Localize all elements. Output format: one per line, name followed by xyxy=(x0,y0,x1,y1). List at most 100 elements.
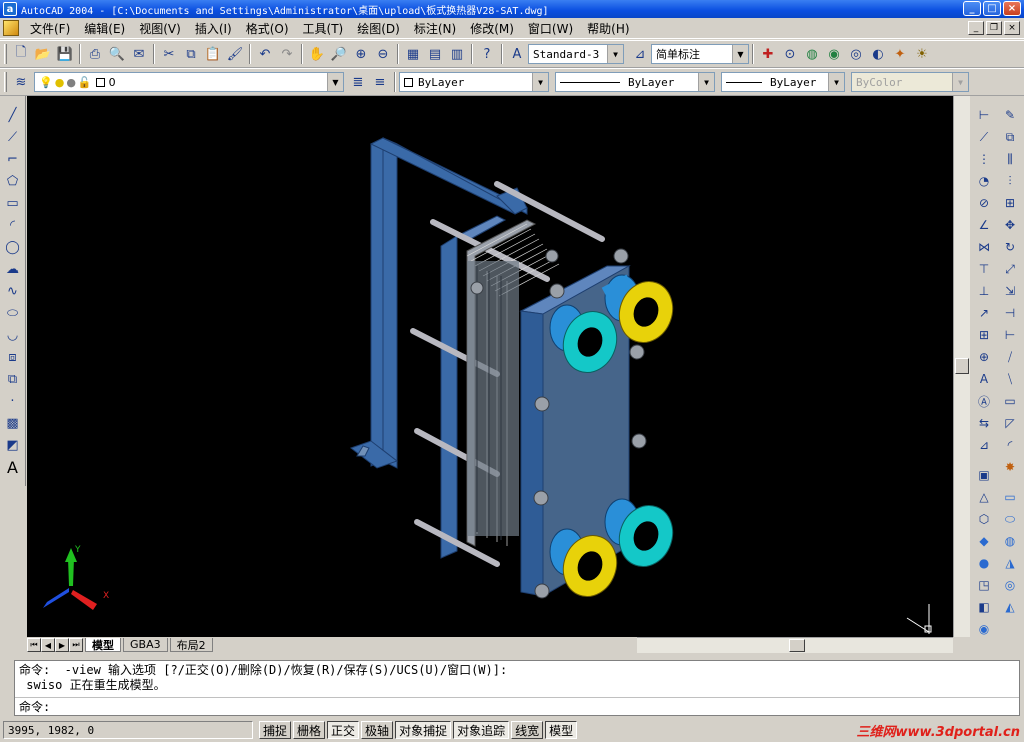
toolbar-grip[interactable] xyxy=(4,72,7,92)
radius-dim-icon[interactable]: ◔ xyxy=(974,170,994,192)
light-icon[interactable]: ☀ xyxy=(912,44,932,64)
mirror-icon[interactable]: ⫼ xyxy=(1000,148,1020,170)
trim-icon[interactable]: ⊣ xyxy=(1000,302,1020,324)
menu-window[interactable]: 窗口(W) xyxy=(521,20,580,37)
text-style-select[interactable]: Standard-3 ▼ xyxy=(528,44,624,64)
doc-minimize-button[interactable]: _ xyxy=(968,21,984,35)
coordinate-readout[interactable]: 3995, 1982, 0 xyxy=(3,721,253,739)
aligned-dim-icon[interactable]: ⟋ xyxy=(974,126,994,148)
rectangle-icon[interactable]: ▭ xyxy=(2,192,24,214)
arc-icon[interactable]: ◜ xyxy=(2,214,24,236)
print-preview-icon[interactable]: 🔍 xyxy=(107,44,127,64)
command-window[interactable]: 命令: _-view 输入选项 [?/正交(O)/删除(D)/恢复(R)/保存(… xyxy=(14,660,1020,716)
view-iso-ne-icon[interactable]: ◳ xyxy=(974,574,994,596)
camera-view-icon[interactable]: ◉ xyxy=(974,618,994,640)
zoom-window-icon[interactable]: ⊕ xyxy=(351,44,371,64)
tool-palettes-icon[interactable]: ▥ xyxy=(447,44,467,64)
snap-toggle[interactable]: 捕捉 xyxy=(259,721,292,739)
break-point-icon[interactable]: ⧸ xyxy=(1000,346,1020,368)
minimize-button[interactable]: _ xyxy=(963,1,981,16)
otrack-toggle[interactable]: 对象追踪 xyxy=(453,721,510,739)
zoom-realtime-icon[interactable]: 🔎 xyxy=(329,44,349,64)
redo-icon[interactable]: ↷ xyxy=(277,44,297,64)
rotate-icon[interactable]: ↻ xyxy=(1000,236,1020,258)
first-tab-icon[interactable]: ⏮ xyxy=(27,638,41,652)
ordinate-dim-icon[interactable]: ⋮ xyxy=(974,148,994,170)
print-icon[interactable]: ⎙ xyxy=(85,44,105,64)
document-icon[interactable] xyxy=(3,20,19,36)
array-icon[interactable]: ⊞ xyxy=(1000,192,1020,214)
ellipse-arc-icon[interactable]: ◡ xyxy=(2,324,24,346)
vertical-scrollbar[interactable] xyxy=(953,96,970,637)
extend-icon[interactable]: ⊢ xyxy=(1000,324,1020,346)
fillet-icon[interactable]: ◜ xyxy=(1000,434,1020,456)
menu-tools[interactable]: 工具(T) xyxy=(296,20,351,37)
help-icon[interactable]: ? xyxy=(477,44,497,64)
baseline-dim-icon[interactable]: ⊤ xyxy=(974,258,994,280)
zoom-previous-icon[interactable]: ⊖ xyxy=(373,44,393,64)
maximize-button[interactable]: □ xyxy=(983,1,1001,16)
menu-help[interactable]: 帮助(H) xyxy=(580,20,636,37)
angular-dim-icon[interactable]: ∠ xyxy=(974,214,994,236)
doc-restore-button[interactable]: ❐ xyxy=(986,21,1002,35)
copy-object-icon[interactable]: ⧉ xyxy=(1000,126,1020,148)
chevron-down-icon[interactable]: ▼ xyxy=(828,73,844,91)
horizontal-scrollbar[interactable] xyxy=(637,637,953,653)
chevron-down-icon[interactable]: ▼ xyxy=(532,73,548,91)
publish-icon[interactable]: ✉ xyxy=(129,44,149,64)
line-icon[interactable]: ╱ xyxy=(2,104,24,126)
orbit-icon[interactable]: ◍ xyxy=(802,44,822,64)
tab-model[interactable]: 模型 xyxy=(85,638,121,652)
point-icon[interactable]: · xyxy=(2,390,24,412)
toolbar-grip[interactable] xyxy=(4,44,7,64)
next-tab-icon[interactable]: ▶ xyxy=(55,638,69,652)
shade-icon[interactable]: ◐ xyxy=(868,44,888,64)
center-mark-icon[interactable]: ⊕ xyxy=(974,346,994,368)
solid-cylinder-icon[interactable]: ⬭ xyxy=(1000,508,1020,530)
camera-icon[interactable]: ◎ xyxy=(846,44,866,64)
dim-text-edit-icon[interactable]: Ⓐ xyxy=(974,390,994,412)
explode-icon[interactable]: ✸ xyxy=(1000,456,1020,478)
view-top-icon[interactable]: ▣ xyxy=(974,464,994,486)
view-iso-se-icon[interactable]: ● xyxy=(974,552,994,574)
close-button[interactable]: × xyxy=(1003,1,1021,16)
lineweight-select[interactable]: ByLayer ▼ xyxy=(721,72,845,92)
spline-icon[interactable]: ∿ xyxy=(2,280,24,302)
quick-dim-icon[interactable]: ⋈ xyxy=(974,236,994,258)
diameter-dim-icon[interactable]: ⊘ xyxy=(974,192,994,214)
cut-icon[interactable]: ✂ xyxy=(159,44,179,64)
new-icon[interactable]: 🗋 xyxy=(11,44,31,64)
dim-style-manager-icon[interactable]: ⊿ xyxy=(974,434,994,456)
region-icon[interactable]: ◩ xyxy=(2,434,24,456)
leader-icon[interactable]: ↗ xyxy=(974,302,994,324)
chamfer-icon[interactable]: ◸ xyxy=(1000,412,1020,434)
make-block-icon[interactable]: ⧉ xyxy=(2,368,24,390)
paste-icon[interactable]: 📋 xyxy=(203,44,223,64)
hatch-icon[interactable]: ▩ xyxy=(2,412,24,434)
properties-icon[interactable]: ▦ xyxy=(403,44,423,64)
polygon-icon[interactable]: ⬠ xyxy=(2,170,24,192)
tab-layout2[interactable]: 布局2 xyxy=(169,638,213,652)
color-select[interactable]: ByLayer ▼ xyxy=(399,72,549,92)
lineweight-toggle[interactable]: 线宽 xyxy=(511,721,544,739)
revision-cloud-icon[interactable]: ☁ xyxy=(2,258,24,280)
polar-toggle[interactable]: 极轴 xyxy=(361,721,394,739)
layer-select[interactable]: 💡 ● ● 🔓 0 ▼ xyxy=(34,72,344,92)
solid-cone-icon[interactable]: ◮ xyxy=(1000,552,1020,574)
copy-icon[interactable]: ⧉ xyxy=(181,44,201,64)
polyline-icon[interactable]: ⌐ xyxy=(2,148,24,170)
insert-block-icon[interactable]: ⧈ xyxy=(2,346,24,368)
continuous-orbit-icon[interactable]: ◉ xyxy=(824,44,844,64)
scale-icon[interactable]: ⤢ xyxy=(1000,258,1020,280)
autocad-app-icon[interactable]: a xyxy=(3,2,17,16)
make-object-layer-current-icon[interactable]: ≣ xyxy=(348,72,368,92)
chevron-down-icon[interactable]: ▼ xyxy=(327,73,343,91)
multiline-text-icon[interactable]: A xyxy=(2,456,24,478)
construction-line-icon[interactable]: ⟋ xyxy=(2,126,24,148)
view-iso-sw-icon[interactable]: ◆ xyxy=(974,530,994,552)
view-left-icon[interactable]: ⬡ xyxy=(974,508,994,530)
break-icon[interactable]: ⧹ xyxy=(1000,368,1020,390)
menu-draw[interactable]: 绘图(D) xyxy=(350,20,407,37)
command-prompt[interactable]: 命令: xyxy=(15,697,1019,715)
layer-previous-icon[interactable]: ≡ xyxy=(370,72,390,92)
